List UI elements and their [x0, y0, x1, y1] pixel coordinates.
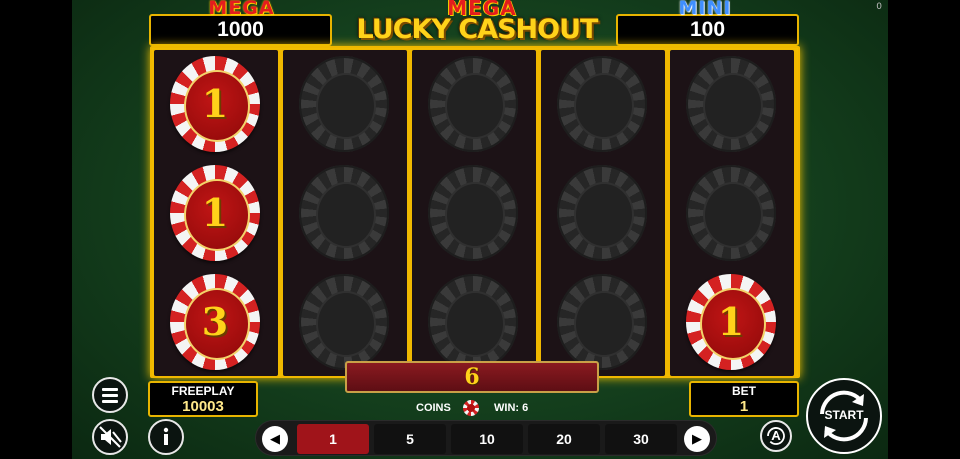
reel-cell — [283, 159, 407, 267]
reel-3 — [412, 50, 536, 376]
reel-cell — [541, 50, 665, 158]
mini-jackpot-value: 100 — [689, 18, 726, 41]
start-button[interactable]: START — [806, 378, 882, 454]
win-label: WIN: 6 — [494, 402, 529, 414]
bet-option[interactable]: 20 — [528, 424, 600, 454]
coin-icon — [463, 400, 479, 416]
coin-chip: 1 — [170, 56, 260, 152]
bet-selector: ◀ 1 5 10 20 30 ▶ — [255, 420, 717, 456]
total-win-value: 6 — [464, 364, 480, 390]
empty-chip — [557, 56, 647, 152]
coin-value: 3 — [201, 299, 229, 344]
coin-chip: 1 — [170, 165, 260, 261]
corner-counter: 0 — [876, 2, 882, 12]
reel-cell — [541, 268, 665, 376]
reel-grid: 1 1 3 1 — [150, 46, 800, 378]
bet-option[interactable]: 30 — [605, 424, 677, 454]
coin-chip: 3 — [170, 274, 260, 370]
mega-jackpot-title: MEGA — [208, 0, 275, 19]
game-stage: 0 1000 MEGA 100 MINI MEGA LUCKY CASHOUT … — [72, 0, 888, 459]
bet-prev-button[interactable]: ◀ — [262, 426, 288, 452]
coin-value: 1 — [201, 190, 229, 235]
bet-label: BET — [732, 384, 756, 398]
start-label: START — [824, 408, 864, 422]
reel-cell: 1 — [154, 159, 278, 267]
reel-cell: 3 — [154, 268, 278, 376]
empty-chip — [686, 165, 776, 261]
reel-5: 1 — [670, 50, 794, 376]
reel-cell: 1 — [670, 268, 794, 376]
coin-value: 1 — [201, 81, 229, 126]
empty-chip — [686, 56, 776, 152]
mute-button[interactable] — [92, 419, 128, 455]
bet-option[interactable]: 1 — [297, 424, 369, 454]
freeplay-label: FREEPLAY — [171, 384, 235, 398]
info-button[interactable] — [148, 419, 184, 455]
autoplay-button[interactable] — [760, 420, 792, 452]
empty-chip — [557, 274, 647, 370]
chevron-left-icon: ◀ — [270, 431, 280, 446]
chevron-right-icon: ▶ — [692, 431, 702, 446]
empty-chip — [299, 165, 389, 261]
game-logo: LUCKY CASHOUT — [356, 14, 599, 45]
total-win-display: 6 — [345, 361, 599, 393]
menu-icon — [102, 388, 118, 406]
autoplay-icon — [767, 427, 785, 445]
mega-jackpot-value: 1000 — [217, 18, 264, 41]
bet-option[interactable]: 10 — [451, 424, 523, 454]
reel-cell — [670, 50, 794, 158]
info-icon — [163, 427, 169, 445]
reel-1: 1 1 3 — [154, 50, 278, 376]
empty-chip — [299, 274, 389, 370]
reel-cell — [412, 268, 536, 376]
bet-value: 1 — [739, 398, 749, 415]
reel-cell — [412, 50, 536, 158]
empty-chip — [557, 165, 647, 261]
bet-option[interactable]: 5 — [374, 424, 446, 454]
mini-jackpot-title: MINI — [678, 0, 732, 19]
reel-cell — [283, 268, 407, 376]
reel-2 — [283, 50, 407, 376]
coins-label: COINS — [416, 402, 451, 414]
reel-cell: 1 — [154, 50, 278, 158]
coins-win-row: COINS WIN: 6 — [412, 400, 542, 416]
reel-4 — [541, 50, 665, 376]
reel-cell — [670, 159, 794, 267]
reel-cell — [541, 159, 665, 267]
reel-cell — [412, 159, 536, 267]
empty-chip — [428, 56, 518, 152]
bet-next-button[interactable]: ▶ — [684, 426, 710, 452]
bet-panel: BET 1 — [689, 381, 799, 417]
menu-button[interactable] — [92, 377, 128, 413]
empty-chip — [299, 56, 389, 152]
coin-chip: 1 — [686, 274, 776, 370]
freeplay-value: 10003 — [182, 398, 224, 415]
freeplay-panel: FREEPLAY 10003 — [148, 381, 258, 417]
empty-chip — [428, 165, 518, 261]
coin-value: 1 — [717, 299, 745, 344]
empty-chip — [428, 274, 518, 370]
reel-cell — [283, 50, 407, 158]
speaker-muted-icon — [99, 426, 122, 448]
